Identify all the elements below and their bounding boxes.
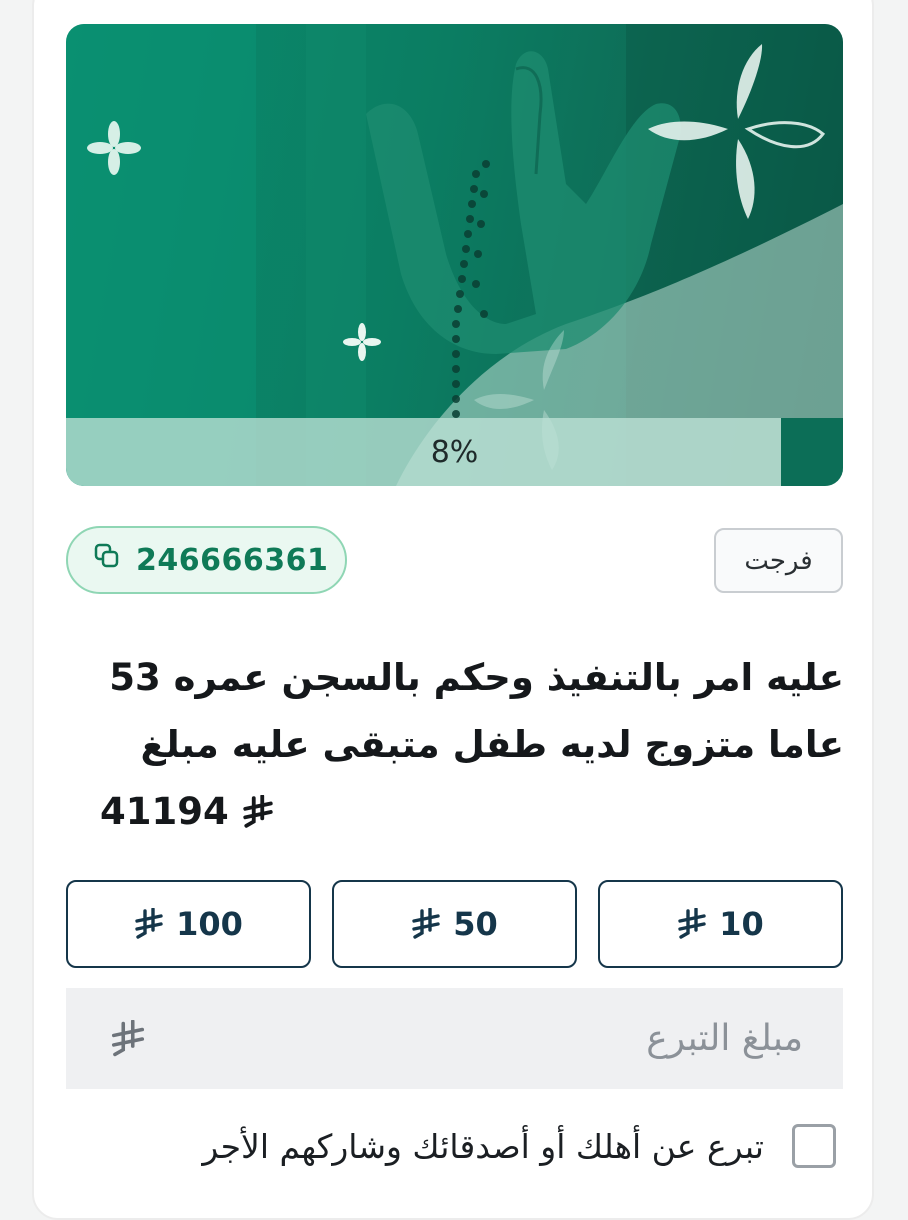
case-id-copy-button[interactable]: 246666361: [66, 526, 347, 594]
gift-donation-label: تبرع عن أهلك أو أصدقائك وشاركهم الأجر: [202, 1126, 764, 1166]
campaign-image[interactable]: 8%: [66, 24, 843, 486]
gift-donation-option[interactable]: تبرع عن أهلك أو أصدقائك وشاركهم الأجر: [66, 1118, 836, 1174]
saudi-riyal-icon: [677, 907, 707, 940]
amount-value: 50: [453, 905, 498, 943]
remaining-amount-value: 41194: [100, 790, 229, 833]
case-id-number: 246666361: [136, 542, 329, 578]
campaign-title-line: عليه امر بالتنفيذ وحكم بالسجن عمره 53: [109, 656, 844, 699]
amount-button-10[interactable]: 10: [598, 880, 843, 968]
campaign-remaining-amount: 41194: [100, 778, 844, 845]
donation-amount-input[interactable]: مبلغ التبرع: [66, 988, 843, 1089]
copy-icon: [92, 541, 122, 579]
category-tag: فرجت: [714, 528, 843, 593]
saudi-riyal-icon: [134, 907, 164, 940]
quick-amount-options: 10 50 100: [66, 880, 843, 968]
saudi-riyal-icon: [411, 907, 441, 940]
saudi-riyal-icon: [110, 1019, 146, 1058]
amount-button-100[interactable]: 100: [66, 880, 311, 968]
amount-value: 100: [176, 905, 243, 943]
progress-bar: 8%: [66, 418, 843, 486]
amount-button-50[interactable]: 50: [332, 880, 577, 968]
saudi-riyal-icon: [241, 794, 275, 829]
donation-amount-placeholder: مبلغ التبرع: [646, 1018, 803, 1059]
gift-donation-checkbox[interactable]: [792, 1124, 836, 1168]
campaign-title: عليه امر بالتنفيذ وحكم بالسجن عمره 53 عا…: [100, 644, 844, 845]
amount-value: 10: [719, 905, 764, 943]
praying-hands-illustration: [66, 24, 843, 486]
campaign-title-line: عاما متزوج لديه طفل متبقى عليه مبلغ: [140, 723, 844, 766]
progress-percentage: 8%: [430, 434, 479, 470]
